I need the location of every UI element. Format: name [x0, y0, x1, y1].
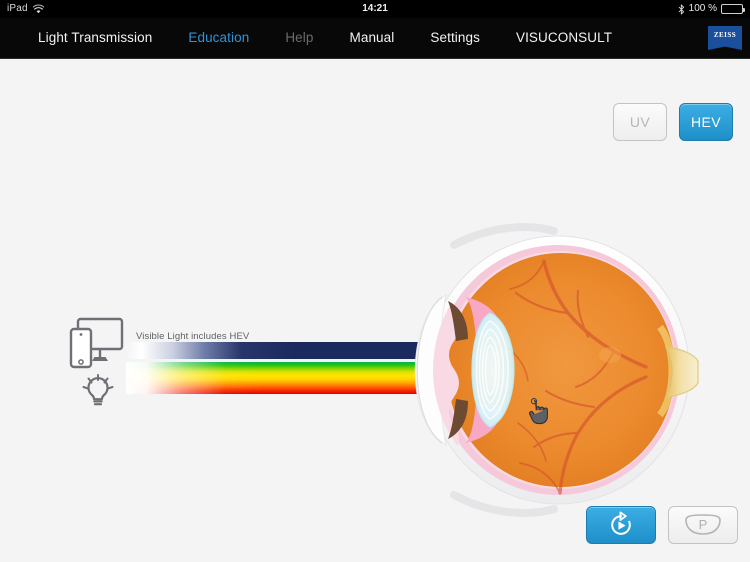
replay-arrow-icon — [608, 511, 634, 538]
nav-item-manual[interactable]: Manual — [331, 18, 412, 58]
zeiss-logo-text: ZEISS — [713, 31, 737, 39]
beam-caption: Visible Light includes HEV — [136, 331, 250, 342]
nav-item-education[interactable]: Education — [170, 18, 267, 58]
lens-p-icon: P — [681, 512, 725, 538]
status-bar-clock: 14:21 — [362, 3, 388, 14]
education-stage: UV HEV Visible Light includes HEV P — [0, 59, 750, 562]
light-source-icons — [69, 317, 134, 407]
nav-item-help[interactable]: Help — [267, 18, 331, 58]
nav-item-visuconsult[interactable]: VISUCONSULT — [498, 18, 630, 58]
app-root: iPad 14:21 100 % Light Transmission Educ… — [0, 0, 750, 562]
main-navigation-bar: Light Transmission Education Help Manual… — [0, 18, 750, 59]
hev-toggle-button[interactable]: HEV — [679, 103, 733, 141]
zeiss-logo[interactable]: ZEISS — [708, 26, 742, 50]
nav-item-settings[interactable]: Settings — [412, 18, 498, 58]
smartphone-icon — [69, 327, 93, 369]
eye-cross-section-illustration[interactable] — [398, 223, 699, 517]
bottom-action-bar: P — [586, 506, 738, 544]
nav-item-light-transmission[interactable]: Light Transmission — [20, 18, 170, 58]
status-bar-right: 100 % — [678, 0, 745, 18]
bluetooth-icon — [678, 4, 685, 15]
ios-status-bar: iPad 14:21 100 % — [0, 0, 750, 18]
band-toggle-group: UV HEV — [613, 103, 733, 141]
replay-button[interactable] — [586, 506, 656, 544]
uv-toggle-button[interactable]: UV — [613, 103, 667, 141]
battery-percent-label: 100 % — [688, 3, 717, 14]
lens-p-button[interactable]: P — [668, 506, 738, 544]
lens-p-label: P — [699, 517, 708, 532]
battery-full-icon — [721, 4, 745, 14]
lightbulb-icon — [82, 374, 114, 406]
hand-pointer-cursor — [527, 398, 549, 426]
nav-item-list: Light Transmission Education Help Manual… — [20, 18, 630, 58]
